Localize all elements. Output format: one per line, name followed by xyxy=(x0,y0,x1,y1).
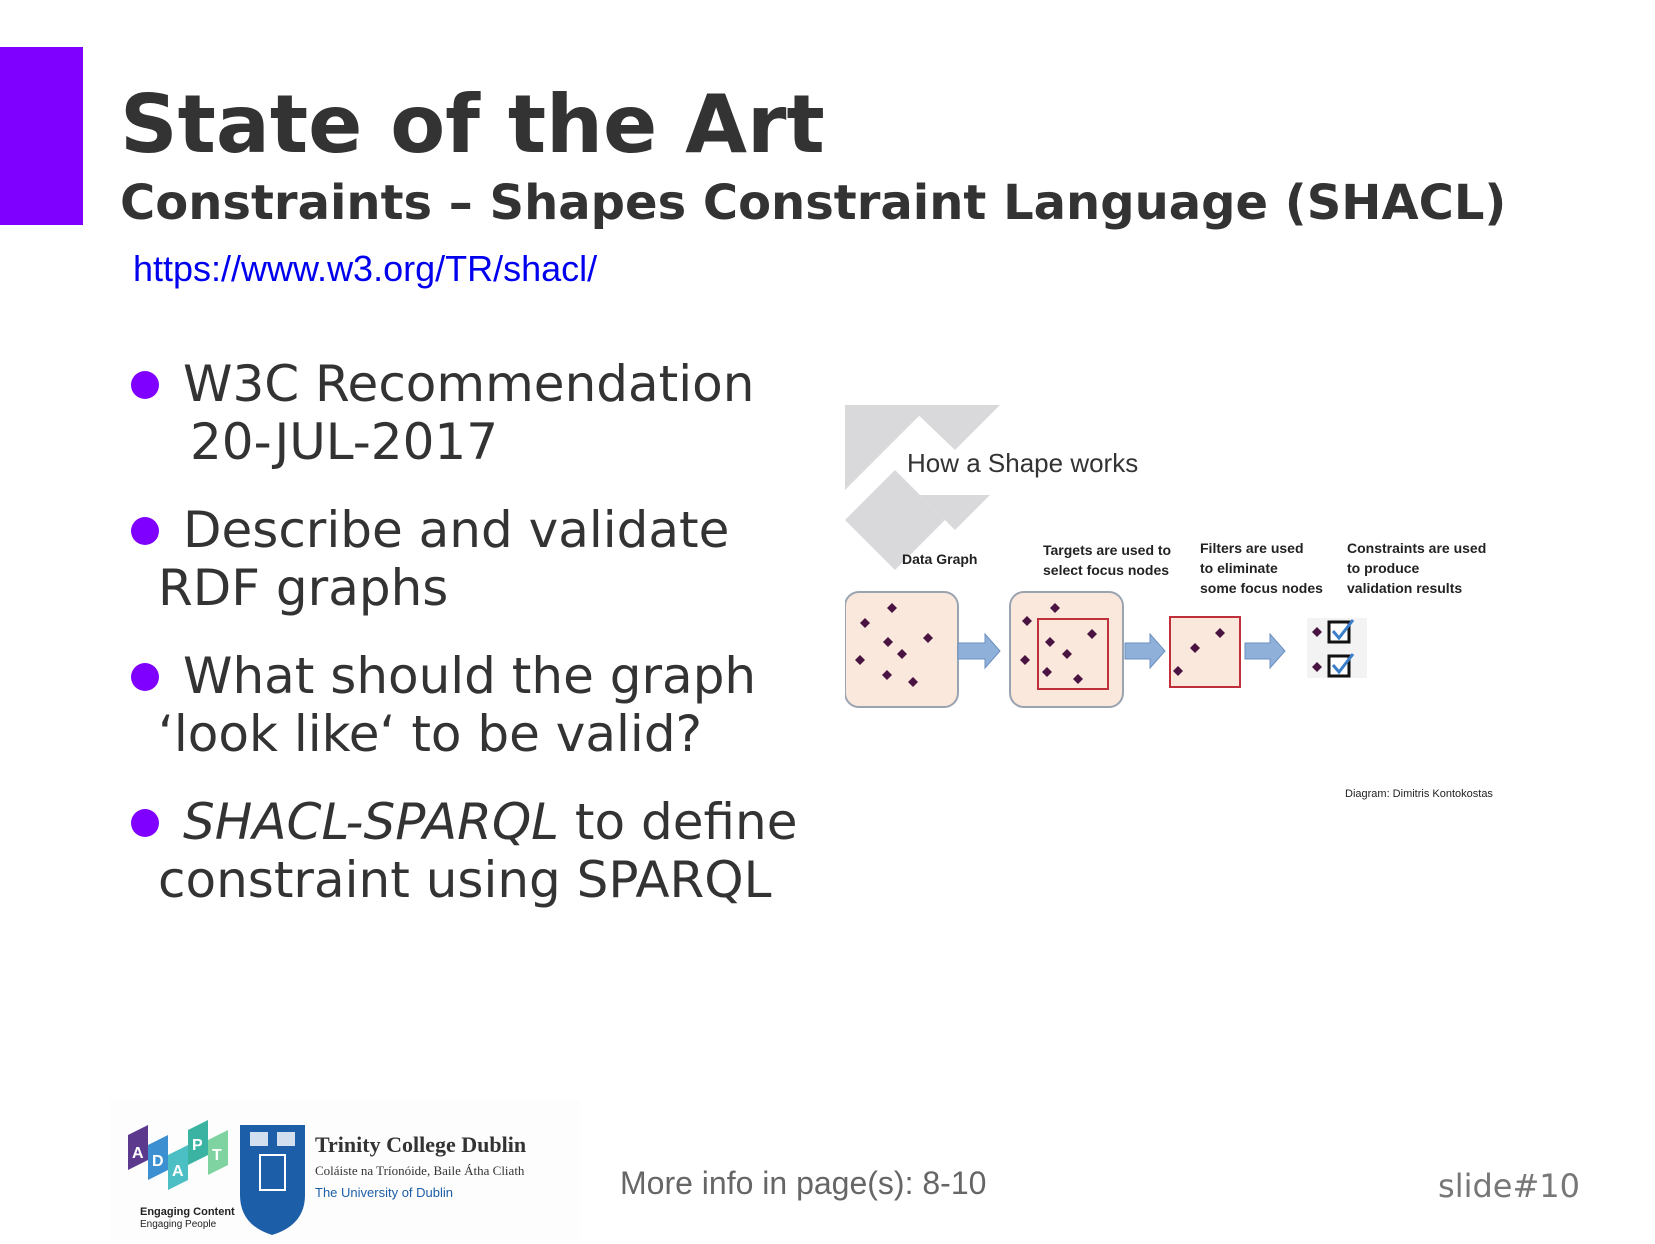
svg-text:P: P xyxy=(192,1137,203,1154)
diagram-title: How a Shape works xyxy=(907,448,1138,478)
bullet-line: 20-JUL-2017 xyxy=(190,413,499,471)
tcd-name: Trinity College Dublin xyxy=(315,1132,526,1157)
stage-data-graph-label: Data Graph xyxy=(902,551,977,567)
watermark-shape xyxy=(845,405,1000,570)
svg-text:A: A xyxy=(132,1145,144,1162)
tcd-irish-name: Coláiste na Tríonóide, Baile Átha Cliath xyxy=(315,1163,525,1178)
stage-filters-label: Filters are used to eliminate some focus… xyxy=(1200,540,1323,596)
bullet-list: W3C Recommendation 20-JUL-2017 Describe … xyxy=(128,355,848,939)
svg-text:Engaging People: Engaging People xyxy=(140,1219,217,1230)
bullet-dot xyxy=(131,663,159,691)
filters-frame xyxy=(1169,616,1241,688)
bullet-dot xyxy=(131,809,159,837)
accent-bar xyxy=(0,47,83,225)
slide-number: slide#10 xyxy=(1438,1167,1580,1205)
more-info-text: More info in page(s): 8-10 xyxy=(620,1165,987,1201)
bullet-line: SHACL-SPARQL to define xyxy=(128,793,848,851)
validation-results xyxy=(1307,618,1367,678)
slide-title: State of the Art xyxy=(120,78,825,171)
adapt-logo: A D A P T Engaging Content Engaging Peop… xyxy=(128,1120,235,1230)
bullet-dot xyxy=(131,517,159,545)
slide-subtitle: Constraints – Shapes Constraint Language… xyxy=(120,175,1507,231)
bullet-item: Describe and validate RDF graphs xyxy=(128,501,848,617)
footer-logos: A D A P T Engaging Content Engaging Peop… xyxy=(110,1100,580,1240)
bullet-item: SHACL-SPARQL to define constraint using … xyxy=(128,793,848,909)
bullet-line: ‘look like‘ to be valid? xyxy=(158,705,703,763)
svg-text:T: T xyxy=(212,1147,222,1164)
svg-text:Engaging Content: Engaging Content xyxy=(140,1206,235,1218)
stage-targets-label: Targets are used to select focus nodes xyxy=(1043,542,1175,578)
flow-arrow xyxy=(1244,632,1286,670)
bullet-dot xyxy=(131,371,159,399)
bullet-item: What should the graph ‘look like‘ to be … xyxy=(128,647,848,763)
svg-text:D: D xyxy=(152,1153,164,1170)
shacl-sparql-term: SHACL-SPARQL xyxy=(183,793,560,851)
diagram-credit: Diagram: Dimitris Kontokostas xyxy=(1345,788,1493,800)
stage-constraints-label: Constraints are used to produce validati… xyxy=(1347,540,1490,596)
shacl-spec-link[interactable]: https://www.w3.org/TR/shacl/ xyxy=(133,248,597,290)
bullet-line: Describe and validate xyxy=(183,501,730,559)
bullet-line-rest: to define xyxy=(559,793,798,851)
bullet-line: What should the graph xyxy=(183,647,757,705)
shape-diagram: How a Shape works Data Graph Targets are… xyxy=(845,400,1565,800)
flow-arrow xyxy=(957,632,1001,670)
svg-text:A: A xyxy=(172,1163,184,1180)
flow-arrow xyxy=(1124,632,1166,670)
tcd-subtitle: The University of Dublin xyxy=(315,1185,453,1200)
bullet-line: W3C Recommendation xyxy=(183,355,755,413)
bullet-line: RDF graphs xyxy=(158,559,449,617)
bullet-item: W3C Recommendation 20-JUL-2017 xyxy=(128,355,848,471)
bullet-line: constraint using SPARQL xyxy=(158,851,772,909)
tcd-crest xyxy=(240,1125,305,1235)
